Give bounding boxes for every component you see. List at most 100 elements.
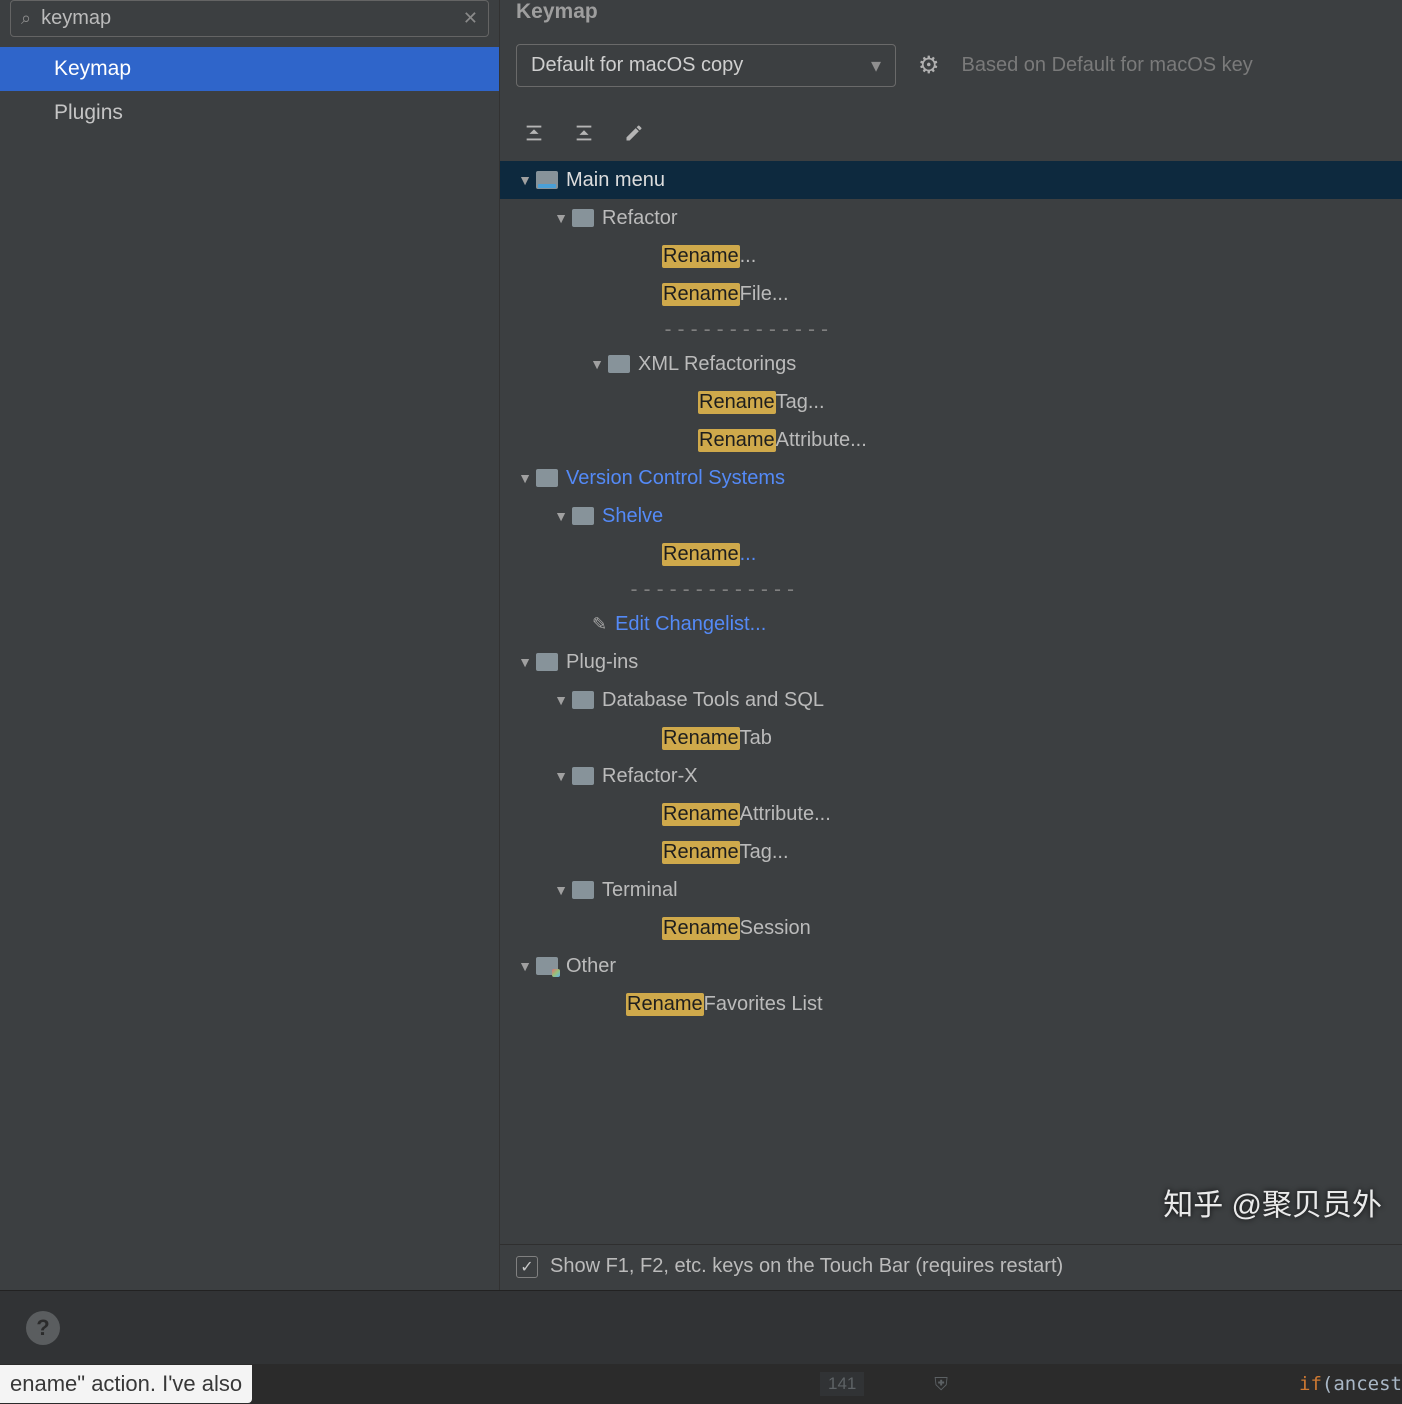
highlight: Rename <box>662 245 740 268</box>
chevron-down-icon: ▼ <box>550 508 572 524</box>
tree-action-rename-attr-x[interactable]: Rename Attribute... <box>500 795 1402 833</box>
tree-node-plugins[interactable]: ▼ Plug-ins <box>500 643 1402 681</box>
chevron-down-icon: ▼ <box>550 768 572 784</box>
tree-label: Terminal <box>602 879 678 902</box>
settings-search[interactable]: ⌕ ✕ <box>10 0 489 37</box>
tree-label: Version Control Systems <box>566 467 785 490</box>
tree-separator: ------------- <box>500 313 1402 345</box>
highlight: Rename <box>662 803 740 826</box>
gear-icon[interactable]: ⚙ <box>918 51 940 80</box>
search-icon: ⌕ <box>21 8 31 29</box>
tree-node-vcs[interactable]: ▼ Version Control Systems <box>500 459 1402 497</box>
expand-all-icon[interactable] <box>522 121 546 145</box>
highlight: Rename <box>662 917 740 940</box>
tree-action-rename-session[interactable]: Rename Session <box>500 909 1402 947</box>
tree-label: XML Refactorings <box>638 353 796 376</box>
tree-node-db-tools[interactable]: ▼ Database Tools and SQL <box>500 681 1402 719</box>
settings-sidebar: ⌕ ✕ Keymap Plugins <box>0 0 500 1290</box>
tree-node-xml-refactorings[interactable]: ▼ XML Refactorings <box>500 345 1402 383</box>
tree-label: Refactor-X <box>602 765 698 788</box>
edit-icon[interactable] <box>622 121 646 145</box>
chevron-down-icon: ▼ <box>514 470 536 486</box>
chevron-down-icon: ▾ <box>871 53 881 78</box>
code-preview: if(ancest <box>1299 1373 1402 1395</box>
chevron-down-icon: ▼ <box>550 692 572 708</box>
tree-label: Main menu <box>566 169 665 192</box>
folder-icon <box>536 469 558 487</box>
highlight: Rename <box>662 283 740 306</box>
tree-action-rename[interactable]: Rename... <box>500 237 1402 275</box>
tree-action-rename-tag[interactable]: Rename Tag... <box>500 383 1402 421</box>
tree-label: Tag... <box>776 391 825 414</box>
shield-icon: ⛨ <box>934 1374 948 1395</box>
help-icon[interactable]: ? <box>26 1311 60 1345</box>
collapse-all-icon[interactable] <box>572 121 596 145</box>
keymap-scheme-dropdown[interactable]: Default for macOS copy ▾ <box>516 44 896 87</box>
touchbar-checkbox-row[interactable]: ✓ Show F1, F2, etc. keys on the Touch Ba… <box>500 1244 1402 1290</box>
tree-label: Shelve <box>602 505 663 528</box>
checkbox-label: Show F1, F2, etc. keys on the Touch Bar … <box>550 1255 1063 1278</box>
highlight: Rename <box>698 391 776 414</box>
search-input[interactable] <box>35 5 463 32</box>
tree-node-refactor[interactable]: ▼ Refactor <box>500 199 1402 237</box>
highlight: Rename <box>662 543 740 566</box>
tree-node-refactor-x[interactable]: ▼ Refactor-X <box>500 757 1402 795</box>
sidebar-item-plugins[interactable]: Plugins <box>0 91 499 135</box>
folder-icon <box>572 507 594 525</box>
dropdown-label: Default for macOS copy <box>531 54 743 77</box>
keyword: if <box>1299 1373 1322 1395</box>
tree-node-terminal[interactable]: ▼ Terminal <box>500 871 1402 909</box>
doc-snippet: ename" action. I've also <box>0 1365 252 1403</box>
chevron-down-icon: ▼ <box>514 172 536 188</box>
tree-action-rename-shelve[interactable]: Rename... <box>500 535 1402 573</box>
sidebar-item-label: Plugins <box>54 101 123 124</box>
chevron-down-icon: ▼ <box>514 654 536 670</box>
checkbox-checked-icon[interactable]: ✓ <box>516 1256 538 1278</box>
highlight: Rename <box>698 429 776 452</box>
folder-icon <box>572 767 594 785</box>
tree-label: Other <box>566 955 616 978</box>
tree-label: Plug-ins <box>566 651 638 674</box>
tree-label: Attribute... <box>776 429 867 452</box>
chevron-down-icon: ▼ <box>586 356 608 372</box>
tree-toolbar <box>500 95 1402 161</box>
tree-action-rename-tag-x[interactable]: Rename Tag... <box>500 833 1402 871</box>
code-text: (ancest <box>1322 1373 1402 1395</box>
line-number: 141 <box>820 1372 864 1396</box>
pencil-icon: ✎ <box>592 614 607 635</box>
tree-action-rename-attribute[interactable]: Rename Attribute... <box>500 421 1402 459</box>
based-on-label: Based on Default for macOS key <box>962 54 1253 77</box>
tree-label: Edit Changelist... <box>615 613 766 636</box>
sidebar-item-keymap[interactable]: Keymap <box>0 47 499 91</box>
clear-icon[interactable]: ✕ <box>463 8 478 29</box>
tree-label: ... <box>740 245 757 268</box>
folder-icon <box>572 881 594 899</box>
other-icon <box>536 957 558 975</box>
tree-node-main-menu[interactable]: ▼ Main menu <box>500 161 1402 199</box>
tree-label: ... <box>740 543 757 566</box>
tree-label: Favorites List <box>704 993 823 1016</box>
tree-label: Attribute... <box>740 803 831 826</box>
tree-label: Session <box>740 917 811 940</box>
tree-action-edit-changelist[interactable]: ✎ Edit Changelist... <box>500 605 1402 643</box>
tree-label: Tab <box>740 727 772 750</box>
highlight: Rename <box>662 727 740 750</box>
bottom-bar: ? <box>0 1290 1402 1364</box>
tree-action-rename-tab[interactable]: Rename Tab <box>500 719 1402 757</box>
chevron-down-icon: ▼ <box>550 882 572 898</box>
menu-icon <box>536 171 558 189</box>
chevron-down-icon: ▼ <box>550 210 572 226</box>
tree-action-rename-file[interactable]: Rename File... <box>500 275 1402 313</box>
folder-icon <box>572 691 594 709</box>
folder-icon <box>536 653 558 671</box>
tree-label: Tag... <box>740 841 789 864</box>
tree-node-shelve[interactable]: ▼ Shelve <box>500 497 1402 535</box>
tree-action-rename-favorites[interactable]: Rename Favorites List <box>500 985 1402 1023</box>
action-tree: ▼ Main menu ▼ Refactor Rename... Rename … <box>500 161 1402 1244</box>
page-title: Keymap <box>500 0 1402 36</box>
tree-node-other[interactable]: ▼ Other <box>500 947 1402 985</box>
chevron-down-icon: ▼ <box>514 958 536 974</box>
tree-label: Refactor <box>602 207 678 230</box>
tree-separator: ------------- <box>500 573 1402 605</box>
highlight: Rename <box>626 993 704 1016</box>
